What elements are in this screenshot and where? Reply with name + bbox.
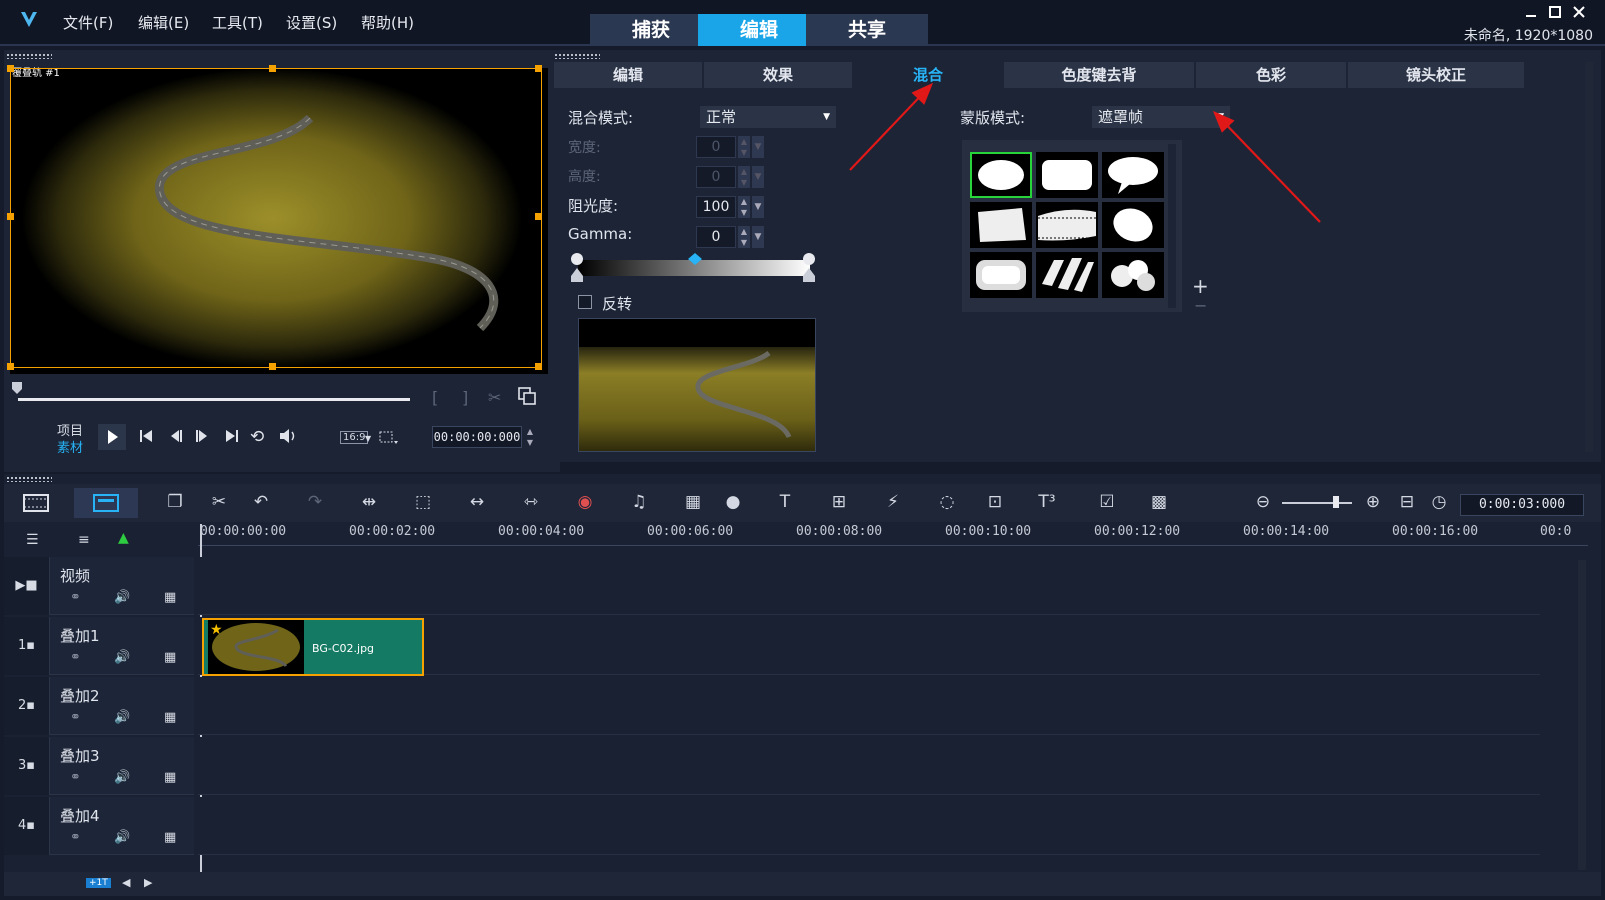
link-icon[interactable]: ⚭ xyxy=(70,590,81,605)
duration-clock-icon[interactable]: ◷ xyxy=(1424,490,1454,514)
split-screen-icon[interactable]: ⊞ xyxy=(824,490,854,514)
overlay-track-icon: 2▪ xyxy=(4,677,50,735)
ruler-tick-label: 00:00:14:00 xyxy=(1243,524,1330,539)
panel-grip[interactable] xyxy=(6,476,52,482)
undo-icon[interactable]: ↶ xyxy=(246,490,276,514)
track-header-overlay1[interactable]: 1▪ 叠加1 ⚭ 🔊 ▦ xyxy=(4,617,194,675)
link-icon[interactable]: ⚭ xyxy=(70,650,81,665)
volume-icon[interactable]: 🔊 xyxy=(114,650,130,665)
redo-icon[interactable]: ↷ xyxy=(300,490,330,514)
overlay-track-icon: 1▪ xyxy=(4,617,50,675)
blend-overlap-icon[interactable]: ● xyxy=(718,490,748,514)
grid-icon[interactable]: ▦ xyxy=(164,830,176,845)
volume-icon[interactable]: 🔊 xyxy=(114,710,130,725)
ruler-tick-label: 00:00:04:00 xyxy=(498,524,585,539)
filename-label: BG-C02.jpg xyxy=(312,642,375,655)
tools-icon[interactable]: ✂ xyxy=(204,490,234,514)
ruler-tick-label: 00:00:12:00 xyxy=(1094,524,1181,539)
link-icon[interactable]: ⚭ xyxy=(70,830,81,845)
zoom-in-icon[interactable]: ⊕ xyxy=(1358,490,1388,514)
track-lane-overlay3[interactable] xyxy=(198,737,1540,795)
copy-attributes-icon[interactable]: ❐ xyxy=(160,490,190,514)
title-icon[interactable]: T xyxy=(770,490,800,514)
track-name: 视频 xyxy=(60,567,91,585)
video-track-icon: ▶■ xyxy=(4,557,50,615)
track-header-overlay4[interactable]: 4▪ 叠加4 ⚭ 🔊 ▦ xyxy=(4,797,194,855)
track-name: 叠加3 xyxy=(60,747,100,765)
insert-icon[interactable]: ⬚ xyxy=(408,490,438,514)
fit-project-icon[interactable]: ⊟ xyxy=(1392,490,1422,514)
track-name: 叠加2 xyxy=(60,687,100,705)
overlay-track-icon: 4▪ xyxy=(4,797,50,855)
grid-icon[interactable]: ▦ xyxy=(164,710,176,725)
motion-icon[interactable]: ⚡ xyxy=(878,490,908,514)
track-lane-video[interactable] xyxy=(198,557,1540,615)
star-icon: ★ xyxy=(210,622,223,638)
split-icon[interactable]: ⇿ xyxy=(516,490,546,514)
ruler-tick-label: 00:00:06:00 xyxy=(647,524,734,539)
audio-mixer-icon[interactable]: ♫ xyxy=(624,490,654,514)
zoom-out-icon[interactable]: ⊖ xyxy=(1248,490,1278,514)
multicam-icon[interactable]: ▦ xyxy=(678,490,708,514)
subtitle-icon[interactable]: ☑ xyxy=(1092,490,1122,514)
overlay-clip[interactable]: ★ BG-C02.jpg xyxy=(202,618,424,676)
ruler-tick-label: 00:0 xyxy=(1540,524,1572,539)
track-lane-overlay4[interactable] xyxy=(198,797,1540,855)
color-grading-icon[interactable]: ◉ xyxy=(570,490,600,514)
fit-timeline-icon[interactable]: ⇹ xyxy=(354,490,384,514)
ruler-tick-label: 00:00:08:00 xyxy=(796,524,883,539)
timeline-timecode[interactable]: 0:00:03:000 xyxy=(1460,494,1584,516)
volume-icon[interactable]: 🔊 xyxy=(114,830,130,845)
zoom-slider-thumb[interactable] xyxy=(1333,496,1339,508)
volume-icon[interactable]: 🔊 xyxy=(114,770,130,785)
timeline-footer xyxy=(4,872,1601,896)
track-header-overlay3[interactable]: 3▪ 叠加3 ⚭ 🔊 ▦ xyxy=(4,737,194,795)
link-icon[interactable]: ⚭ xyxy=(70,710,81,725)
ruler-tick-label: 00:00:10:00 xyxy=(945,524,1032,539)
ruler-tick-label: 00:00:00:00 xyxy=(200,524,287,539)
scroll-right-icon[interactable]: ▶ xyxy=(144,876,152,889)
scroll-left-icon[interactable]: ◀ xyxy=(122,876,130,889)
title-3d-icon[interactable]: T³ xyxy=(1032,490,1062,514)
storyboard-view-icon[interactable] xyxy=(22,492,50,514)
track-lane-overlay2[interactable] xyxy=(198,677,1540,735)
track-motion-icon[interactable]: ⊡ xyxy=(980,490,1010,514)
volume-icon[interactable]: 🔊 xyxy=(114,590,130,605)
track-name: 叠加1 xyxy=(60,627,100,645)
link-icon[interactable]: ⚭ xyxy=(70,770,81,785)
screen-record-icon[interactable]: ▩ xyxy=(1144,490,1174,514)
grid-icon[interactable]: ▦ xyxy=(164,590,176,605)
timeline-view-icon[interactable] xyxy=(74,488,138,518)
footer-badge[interactable]: +1T xyxy=(86,878,111,888)
ruler-tick-label: 00:00:16:00 xyxy=(1392,524,1479,539)
chapter-point-icon[interactable]: ▲ xyxy=(118,530,129,546)
track-manager-icon[interactable]: ☰ xyxy=(26,532,39,548)
timeline-vertical-scrollbar[interactable] xyxy=(1578,560,1586,870)
overlay-track-icon: 3▪ xyxy=(4,737,50,795)
mask-creator-icon[interactable]: ◌ xyxy=(932,490,962,514)
track-header-video[interactable]: ▶■ 视频 ⚭ 🔊 ▦ xyxy=(4,557,194,615)
add-track-icon[interactable]: ≡ xyxy=(78,532,90,548)
ruler-tick-label: 00:00:02:00 xyxy=(349,524,436,539)
trim-icon[interactable]: ↔ xyxy=(462,490,492,514)
grid-icon[interactable]: ▦ xyxy=(164,650,176,665)
grid-icon[interactable]: ▦ xyxy=(164,770,176,785)
zoom-slider[interactable] xyxy=(1282,502,1352,504)
track-name: 叠加4 xyxy=(60,807,100,825)
track-header-overlay2[interactable]: 2▪ 叠加2 ⚭ 🔊 ▦ xyxy=(4,677,194,735)
